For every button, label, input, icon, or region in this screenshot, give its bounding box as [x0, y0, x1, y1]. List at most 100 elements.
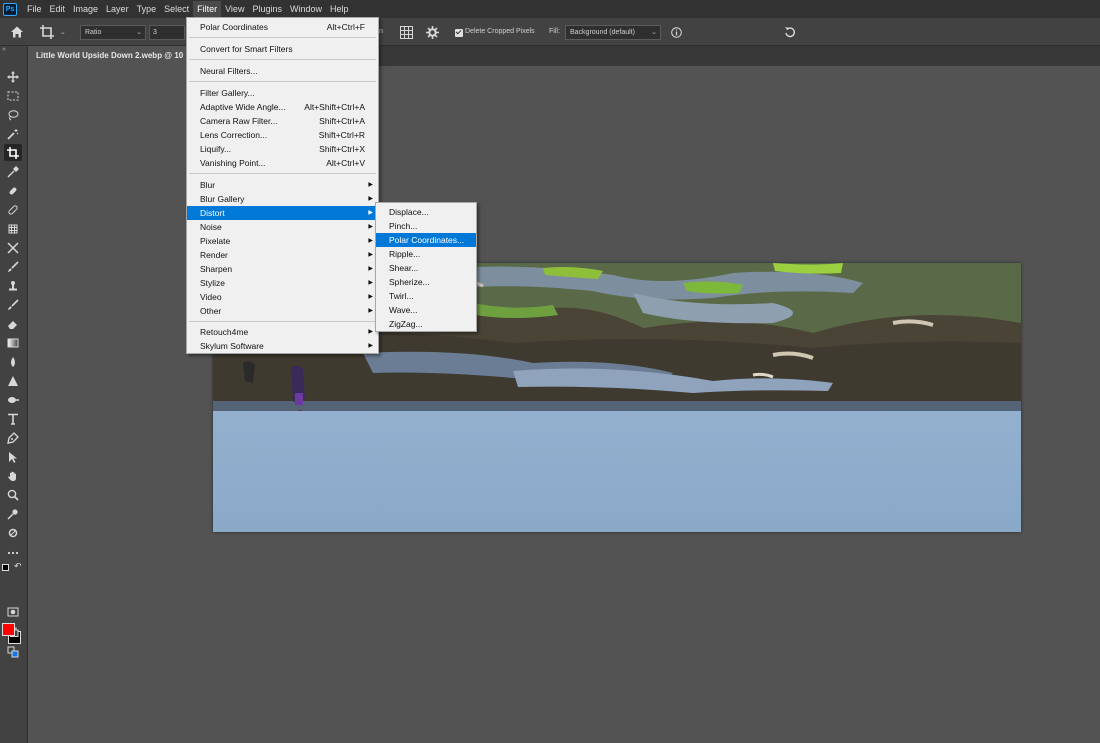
distort-item-zigzag[interactable]: ZigZag... [376, 317, 476, 331]
gradient-icon[interactable] [4, 334, 22, 351]
menu-item-label: Retouch4me [200, 327, 249, 337]
clone-stamp-icon[interactable] [4, 277, 22, 294]
reset-icon[interactable] [784, 26, 796, 38]
grid-overlay-icon[interactable] [400, 26, 413, 39]
distort-item-twirl[interactable]: Twirl... [376, 289, 476, 303]
crop-tool-preset-icon[interactable]: ⌄ [40, 25, 66, 39]
menu-view[interactable]: View [221, 1, 248, 17]
filter-item-sharpen[interactable]: Sharpen ▶ [187, 262, 378, 276]
menu-type[interactable]: Type [133, 1, 161, 17]
distort-item-displace[interactable]: Displace... [376, 205, 476, 219]
menu-window[interactable]: Window [286, 1, 326, 17]
submenu-arrow-icon: ▶ [368, 266, 373, 272]
filter-item-blur-gallery[interactable]: Blur Gallery ▶ [187, 192, 378, 206]
distort-item-wave[interactable]: Wave... [376, 303, 476, 317]
share-icon[interactable] [4, 643, 22, 660]
menu-file[interactable]: File [23, 1, 46, 17]
menu-layer[interactable]: Layer [102, 1, 133, 17]
menu-edit[interactable]: Edit [46, 1, 70, 17]
marquee-icon[interactable] [4, 87, 22, 104]
ratio-dropdown[interactable]: Ratio ⌄ [80, 25, 146, 40]
dodge-icon[interactable] [4, 391, 22, 408]
spot-healing-icon[interactable] [4, 182, 22, 199]
filter-item-stylize[interactable]: Stylize ▶ [187, 276, 378, 290]
filter-item-video[interactable]: Video ▶ [187, 290, 378, 304]
menu-item-label: Camera Raw Filter... [200, 116, 278, 126]
magic-wand-icon[interactable] [4, 125, 22, 142]
lasso-icon[interactable] [4, 106, 22, 123]
distort-item-polar-coordinates[interactable]: Polar Coordinates... [376, 233, 476, 247]
filter-item-pixelate[interactable]: Pixelate ▶ [187, 234, 378, 248]
stamp-icon[interactable] [4, 220, 22, 237]
filter-item-gallery[interactable]: Filter Gallery... [187, 86, 378, 100]
move-icon[interactable] [4, 68, 22, 85]
filter-item-adaptive-wide-angle[interactable]: Adaptive Wide Angle... Alt+Shift+Ctrl+A [187, 100, 378, 114]
filter-item-blur[interactable]: Blur ▶ [187, 178, 378, 192]
submenu-arrow-icon: ▶ [368, 196, 373, 202]
crop-icon[interactable] [4, 144, 22, 161]
path-select-icon[interactable] [4, 448, 22, 465]
filter-item-noise[interactable]: Noise ▶ [187, 220, 378, 234]
healing-icon[interactable] [4, 201, 22, 218]
filter-item-distort[interactable]: Distort ▶ [187, 206, 378, 220]
gear-icon[interactable] [426, 26, 439, 39]
default-colors-icon[interactable] [2, 564, 9, 571]
info-icon[interactable] [671, 27, 682, 38]
eraser-icon[interactable] [4, 315, 22, 332]
submenu-arrow-icon: ▶ [368, 294, 373, 300]
menu-item-label: Skylum Software [200, 341, 264, 351]
filter-item-camera-raw[interactable]: Camera Raw Filter... Shift+Ctrl+A [187, 114, 378, 128]
foreground-color-swatch[interactable] [2, 623, 15, 636]
chevron-down-icon: ⌄ [60, 29, 66, 36]
menu-help[interactable]: Help [326, 1, 353, 17]
distort-item-spherize[interactable]: Spherize... [376, 275, 476, 289]
eyedropper-icon[interactable] [4, 163, 22, 180]
sharpen-icon[interactable] [4, 372, 22, 389]
filter-item-vanishing-point[interactable]: Vanishing Point... Alt+Ctrl+V [187, 156, 378, 170]
filter-item-convert-smart[interactable]: Convert for Smart Filters [187, 42, 378, 56]
settings-tool-icon[interactable] [4, 524, 22, 541]
menu-image[interactable]: Image [69, 1, 102, 17]
eyedropper-alt-icon[interactable] [4, 505, 22, 522]
submenu-arrow-icon: ▶ [368, 238, 373, 244]
history-brush-icon[interactable] [4, 239, 22, 256]
hand-icon[interactable] [4, 467, 22, 484]
filter-item-liquify[interactable]: Liquify... Shift+Ctrl+X [187, 142, 378, 156]
distort-item-pinch[interactable]: Pinch... [376, 219, 476, 233]
quick-mask-icon[interactable] [4, 603, 22, 620]
filter-item-other[interactable]: Other ▶ [187, 304, 378, 318]
more-icon[interactable] [4, 544, 22, 561]
type-icon[interactable] [4, 410, 22, 427]
ratio-width-input[interactable]: 3 [149, 25, 185, 40]
filter-item-retouch4me[interactable]: Retouch4me ▶ [187, 325, 378, 339]
blur-icon[interactable] [4, 353, 22, 370]
home-icon[interactable] [10, 25, 24, 39]
fill-dropdown[interactable]: Background (default) ⌄ [565, 25, 661, 40]
pen-icon[interactable] [4, 429, 22, 446]
filter-item-polar-coordinates-last[interactable]: Polar Coordinates Alt+Ctrl+F [187, 20, 378, 34]
delete-cropped-checkbox[interactable] [455, 29, 463, 37]
filter-item-render[interactable]: Render ▶ [187, 248, 378, 262]
photoshop-logo-icon: Ps [3, 2, 17, 16]
swap-colors-icon[interactable]: ↶ [14, 561, 22, 572]
submenu-arrow-icon: ▶ [368, 308, 373, 314]
filter-item-neural[interactable]: Neural Filters... [187, 64, 378, 78]
filter-item-skylum[interactable]: Skylum Software ▶ [187, 339, 378, 353]
menu-item-label: Adaptive Wide Angle... [200, 102, 286, 112]
filter-item-lens-correction[interactable]: Lens Correction... Shift+Ctrl+R [187, 128, 378, 142]
art-history-brush-icon[interactable] [4, 296, 22, 313]
chevron-down-icon: ⌄ [651, 29, 657, 36]
menu-filter[interactable]: Filter [193, 1, 222, 17]
options-bar: ⌄ Ratio ⌄ 3 n Delete Cropped Pixels Fill… [0, 18, 1100, 46]
menu-item-label: Sharpen [200, 264, 233, 274]
menu-plugins[interactable]: Plugins [248, 1, 286, 17]
zoom-icon[interactable] [4, 486, 22, 503]
menu-item-label: Blur [200, 180, 216, 190]
collapse-icon[interactable]: » [2, 46, 6, 53]
brush-icon[interactable] [4, 258, 22, 275]
menu-item-label: Blur Gallery [200, 194, 245, 204]
menu-select[interactable]: Select [160, 1, 193, 17]
distort-item-ripple[interactable]: Ripple... [376, 247, 476, 261]
document-tab[interactable]: Little World Upside Down 2.webp @ 10 [28, 46, 188, 66]
distort-item-shear[interactable]: Shear... [376, 261, 476, 275]
